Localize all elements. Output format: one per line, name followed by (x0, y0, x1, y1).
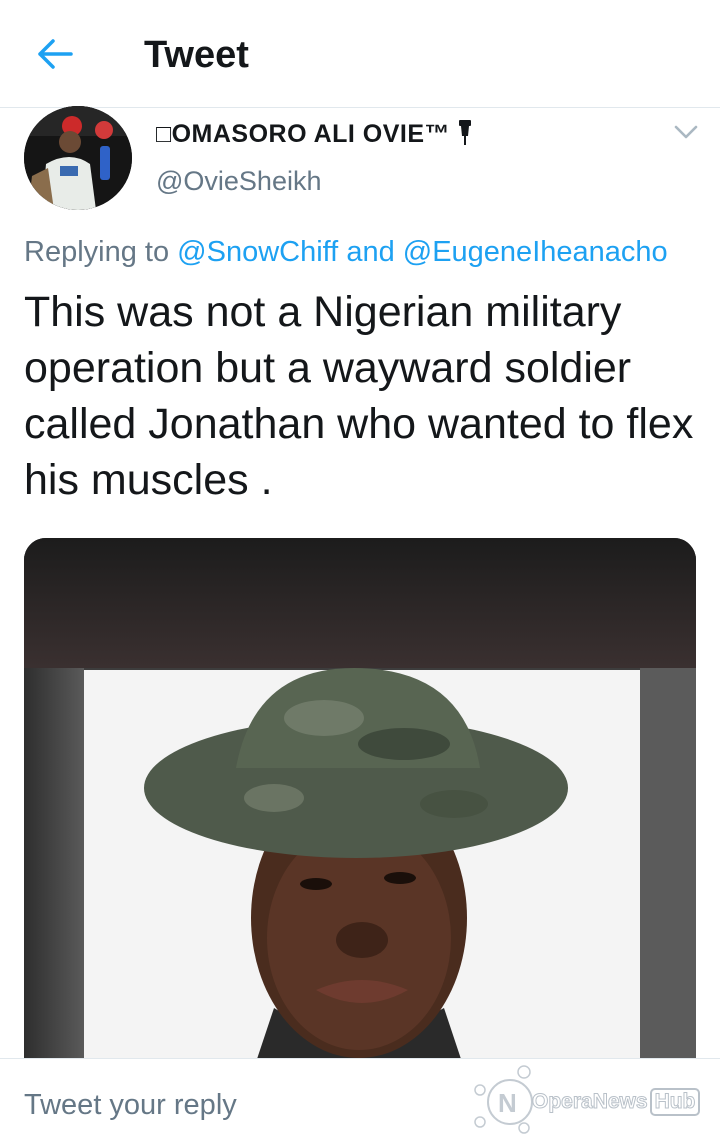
tweet-text: This was not a Nigerian military operati… (24, 288, 694, 504)
mention-joiner[interactable]: and (346, 236, 394, 268)
watermark-text: OperaNews Hub (532, 1088, 701, 1116)
user-handle[interactable]: @OvieSheikh (156, 166, 321, 197)
display-name[interactable]: □OMASORO ALI OVIE™ (156, 118, 473, 149)
chevron-down-icon (674, 125, 698, 139)
avatar[interactable] (24, 106, 132, 210)
mention-link[interactable]: @SnowChiff (177, 236, 338, 268)
tweet-image[interactable] (24, 538, 696, 1068)
more-options-button[interactable] (668, 118, 704, 146)
pushpin-icon (459, 120, 472, 145)
page-title: Tweet (144, 34, 249, 76)
replying-to: Replying to @SnowChiff and @EugeneIheana… (24, 236, 668, 268)
arrow-left-icon (38, 39, 73, 69)
top-bar: Tweet (0, 0, 720, 108)
svg-text:N: N (498, 1088, 517, 1118)
back-button[interactable] (30, 32, 80, 76)
reply-input[interactable]: Tweet your reply (24, 1089, 237, 1122)
mention-link[interactable]: @EugeneIheanacho (403, 236, 668, 268)
